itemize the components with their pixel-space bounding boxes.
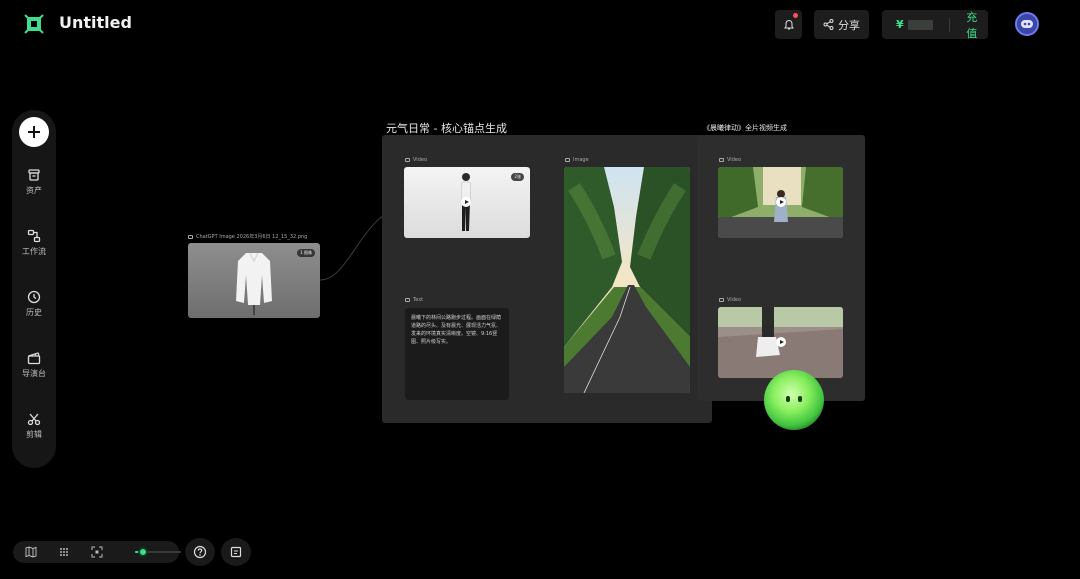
- video-node-runner-2[interactable]: [718, 307, 843, 378]
- video-label-text: Video: [413, 157, 428, 163]
- source-image-node[interactable]: 1 图像: [188, 243, 320, 318]
- note-edit-icon: [230, 546, 242, 558]
- zoom-slider-knob[interactable]: [138, 547, 148, 557]
- text-node[interactable]: 晨曦下的林间公路跑步过程。画面在绿荫道路的尽头、及有晨光、展现活力气氛、发来的环…: [405, 308, 509, 400]
- image-label-text: Image: [573, 157, 589, 163]
- fit-view-icon[interactable]: [91, 546, 103, 558]
- map-icon[interactable]: [25, 546, 37, 558]
- help-icon: [193, 545, 207, 559]
- video-node-label-2: Video: [719, 297, 741, 303]
- video-icon: [719, 298, 724, 302]
- text-icon: [405, 298, 410, 302]
- video-node[interactable]: 2张: [404, 167, 530, 238]
- play-icon[interactable]: [776, 337, 786, 347]
- text-label-text: Text: [413, 297, 424, 303]
- forest-road-thumbnail: [564, 167, 690, 393]
- text-node-label: Text: [405, 297, 423, 303]
- grid-dots-icon[interactable]: [58, 546, 70, 558]
- play-icon[interactable]: [461, 197, 471, 207]
- image-icon: [565, 158, 570, 162]
- notes-button[interactable]: [221, 538, 251, 566]
- source-node-label: ChatGPT Image 2026年3月6日 12_15_32.png: [188, 233, 307, 240]
- video-count-badge: 2张: [511, 173, 524, 181]
- video-label-text: Video: [727, 157, 742, 163]
- image-count-badge: 1 图像: [297, 249, 315, 257]
- image-file-icon: [188, 234, 193, 239]
- video-node-runner-1[interactable]: [718, 167, 843, 238]
- canvas-toolbar: [13, 541, 181, 563]
- help-button[interactable]: [185, 538, 215, 566]
- video-icon: [405, 158, 410, 162]
- group-title[interactable]: 元气日常 - 核心锚点生成: [386, 120, 507, 136]
- video-label-text: Video: [727, 297, 742, 303]
- video-node-label: Video: [405, 157, 427, 163]
- zoom-slider[interactable]: [135, 547, 181, 557]
- source-node-filename: ChatGPT Image 2026年3月6日 12_15_32.png: [196, 234, 308, 240]
- mascot-eye-icon: [798, 396, 802, 402]
- group-title-2[interactable]: 《晨曦律动》全片视频生成: [703, 123, 787, 133]
- play-icon[interactable]: [776, 197, 786, 207]
- mascot-eye-icon: [786, 396, 790, 402]
- image-node-label: Image: [565, 157, 589, 163]
- image-node-road[interactable]: [564, 167, 690, 393]
- video-node-label-1: Video: [719, 157, 741, 163]
- video-icon: [719, 158, 724, 162]
- assistant-mascot[interactable]: [764, 370, 824, 430]
